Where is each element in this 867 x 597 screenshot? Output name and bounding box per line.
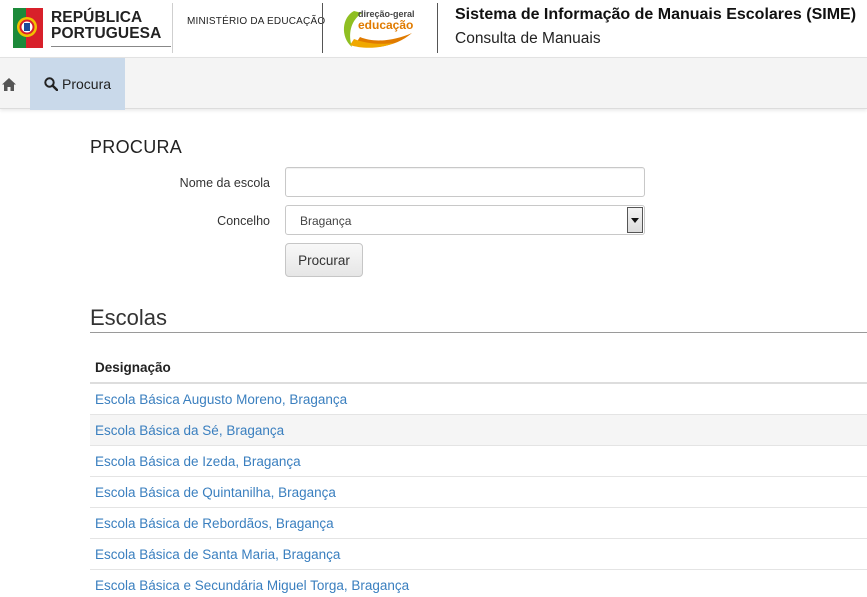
procura-section-title: PROCURA	[90, 137, 183, 157]
escola-link[interactable]: Escola Básica e Secundária Miguel Torga,…	[95, 578, 409, 593]
chevron-down-icon[interactable]	[627, 207, 643, 233]
escola-link[interactable]: Escola Básica de Quintanilha, Bragança	[95, 485, 336, 500]
escola-link[interactable]: Escola Básica da Sé, Bragança	[95, 423, 284, 438]
system-title: Sistema de Informação de Manuais Escolar…	[455, 6, 857, 23]
escola-link[interactable]: Escola Básica de Izeda, Bragança	[95, 454, 301, 469]
nome-escola-label: Nome da escola	[179, 176, 270, 190]
escolas-divider	[90, 332, 867, 333]
logo-underline	[51, 46, 171, 47]
republica-portuguesa-logo[interactable]: REPÚBLICA PORTUGUESA	[13, 8, 173, 50]
ministry-name: MINISTÉRIO DA EDUCAÇÃO	[187, 16, 326, 27]
home-icon	[2, 77, 16, 91]
main-navbar: Procura	[0, 57, 867, 110]
escola-link[interactable]: Escola Básica Augusto Moreno, Bragança	[95, 392, 347, 407]
header-divider	[172, 3, 173, 53]
nav-home[interactable]	[0, 58, 18, 110]
table-row: Escola Básica da Sé, Bragança	[90, 415, 867, 446]
table-row: Escola Básica Augusto Moreno, Bragança	[90, 384, 867, 415]
table-row: Escola Básica de Izeda, Bragança	[90, 446, 867, 477]
escola-link[interactable]: Escola Básica de Rebordãos, Bragança	[95, 516, 334, 531]
nome-escola-input[interactable]	[285, 167, 645, 197]
header-divider	[322, 3, 323, 53]
table-row: Escola Básica de Santa Maria, Bragança	[90, 539, 867, 570]
procurar-button[interactable]: Procurar	[285, 243, 363, 277]
escolas-title: Escolas	[90, 305, 168, 330]
site-header: REPÚBLICA PORTUGUESA MINISTÉRIO DA EDUCA…	[0, 0, 867, 57]
table-row: Escola Básica de Rebordãos, Bragança	[90, 508, 867, 539]
dge-text: direção-geral educação	[358, 9, 415, 32]
search-icon	[44, 77, 58, 91]
table-row: Escola Básica de Quintanilha, Bragança	[90, 477, 867, 508]
nav-procura-tab[interactable]: Procura	[30, 58, 125, 110]
portugal-emblem-icon	[13, 8, 43, 48]
system-subtitle: Consulta de Manuais	[455, 30, 601, 47]
nav-procura-label: Procura	[62, 76, 112, 92]
concelho-select[interactable]: Bragança	[285, 205, 645, 235]
designacao-column-header: Designação	[90, 353, 867, 384]
escolas-table: Designação Escola Básica Augusto Moreno,…	[90, 353, 867, 597]
concelho-selected-value: Bragança	[300, 214, 352, 228]
header-divider	[437, 3, 438, 53]
republica-portuguesa-text: REPÚBLICA PORTUGUESA	[51, 9, 162, 42]
concelho-label: Concelho	[217, 214, 270, 228]
table-row: Escola Básica e Secundária Miguel Torga,…	[90, 570, 867, 597]
escola-link[interactable]: Escola Básica de Santa Maria, Bragança	[95, 547, 340, 562]
dge-logo[interactable]: direção-geral educação	[340, 3, 418, 53]
